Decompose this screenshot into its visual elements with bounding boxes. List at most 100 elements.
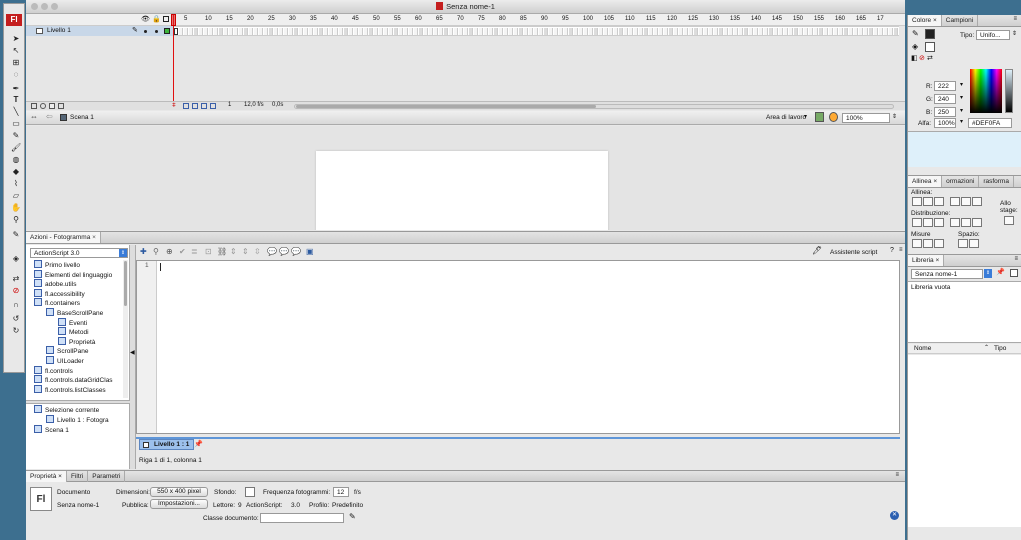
workspace-dropdown-icon[interactable]: ▾ [804,113,807,120]
frame-cell[interactable] [729,28,733,35]
frame-cell[interactable] [764,28,768,35]
dist-top-icon[interactable] [912,218,922,227]
new-library-icon[interactable] [1010,269,1018,277]
frame-cell[interactable] [634,28,638,35]
frame-cell[interactable] [804,28,808,35]
frame-cell[interactable] [649,28,653,35]
frame-cell[interactable] [354,28,358,35]
frame-cell[interactable] [239,28,243,35]
type-select-arrow-icon[interactable]: ⇕ [1012,30,1017,37]
script-tab[interactable]: Livello 1 : 1 [139,439,195,450]
stroke-pencil-icon[interactable]: ✎ [912,29,919,38]
frame-cell[interactable] [829,28,833,35]
frame-cell[interactable] [494,28,498,35]
frame-cell[interactable] [604,28,608,35]
sort-icon[interactable]: ⌃ [984,344,989,351]
tab-library[interactable]: Libreria × [908,255,945,266]
frame-cell[interactable] [874,28,878,35]
b-dropdown-icon[interactable]: ▾ [960,107,963,114]
frame-cell[interactable] [744,28,748,35]
tab-swatches[interactable]: Campioni [942,15,979,26]
tab-actions[interactable]: Azioni - Fotogramma × [26,232,101,243]
fps-field[interactable]: 12 [333,487,349,497]
alpha-dropdown-icon[interactable]: ▾ [960,118,963,125]
frame-cell[interactable] [794,28,798,35]
line-tool-icon[interactable]: ╲ [11,107,21,117]
frame-cell[interactable] [864,28,868,35]
swap-colors-icon[interactable]: ⇄ [11,274,21,284]
tab-color[interactable]: Colore × [908,15,942,26]
frame-cell[interactable] [724,28,728,35]
pin-script-icon[interactable]: 📌 [194,440,203,448]
toolbox-item[interactable]: fl.controls [34,365,73,376]
frame-cell[interactable] [669,28,673,35]
frame-cell[interactable] [274,28,278,35]
swap-icon[interactable]: ⇄ [927,54,933,62]
frame-cell[interactable] [394,28,398,35]
frame-cell[interactable] [344,28,348,35]
eraser-icon[interactable]: ▱ [11,191,21,201]
frame-cell[interactable] [824,28,828,35]
frame-cell[interactable] [524,28,528,35]
space-horizontal-icon[interactable] [969,239,979,248]
navigator-item[interactable]: Scena 1 [34,425,69,435]
frame-cell[interactable] [334,28,338,35]
splitter[interactable] [26,400,130,404]
tab-transform[interactable]: rasforma [979,176,1014,187]
layer-visible-dot[interactable] [144,30,147,33]
match-width-icon[interactable] [912,239,922,248]
playhead[interactable] [173,14,174,110]
toolbox-item[interactable]: fl.containers [34,298,80,308]
new-layer-icon[interactable] [31,103,37,109]
frame-cell[interactable] [219,28,223,35]
add-guide-icon[interactable] [40,103,46,109]
brush-tool-icon[interactable]: 🖌 [11,143,21,153]
options-menu-icon[interactable]: ≡ [899,247,903,253]
tab-info[interactable]: ormazioni [942,176,980,187]
no-color-icon[interactable]: ⊘ [11,286,21,296]
g-dropdown-icon[interactable]: ▾ [960,94,963,101]
frame-cell[interactable] [359,28,363,35]
frame-cell[interactable] [624,28,628,35]
frame-cell[interactable] [684,28,688,35]
frame-cell[interactable] [229,28,233,35]
frame-cell[interactable] [489,28,493,35]
stage-pasteboard[interactable] [26,126,905,230]
collapse-between-icon[interactable]: ⇕ [230,247,237,256]
frame-cell[interactable] [629,28,633,35]
rectangle-tool-icon[interactable]: ▭ [11,119,21,129]
frame-cell[interactable] [499,28,503,35]
g-field[interactable]: 240 [934,94,956,104]
frame-cell[interactable] [389,28,393,35]
frame-cell[interactable] [659,28,663,35]
frame-cell[interactable] [549,28,553,35]
frame-cell[interactable] [209,28,213,35]
frame-cell[interactable] [759,28,763,35]
script-assist-label[interactable]: Assistente script [830,249,877,256]
zoom-dropdown-icon[interactable]: ⇕ [892,113,897,120]
tab-parameters[interactable]: Parametri [88,471,126,482]
text-tool-icon[interactable]: T [11,95,21,105]
frame-cell[interactable] [844,28,848,35]
library-options-icon[interactable]: ≡ [1014,256,1018,262]
frame-cell[interactable] [459,28,463,35]
to-stage-icon[interactable] [1004,216,1014,225]
toolbox-item[interactable]: fl.controls.listClasses [34,384,106,395]
frame-cell[interactable] [409,28,413,35]
frame-cell[interactable] [809,28,813,35]
pencil-tool-icon[interactable]: ✎ [11,131,21,141]
frame-cell[interactable] [299,28,303,35]
frame-cell[interactable] [384,28,388,35]
lasso-tool-icon[interactable]: ◌ [11,70,21,80]
color-spectrum[interactable] [970,69,1002,113]
dist-right-icon[interactable] [972,218,982,227]
eye-icon[interactable]: 👁 [141,15,150,23]
frame-cell[interactable] [584,28,588,35]
frame-cell[interactable] [314,28,318,35]
frame-cell[interactable] [329,28,333,35]
frame-cell[interactable] [324,28,328,35]
expand-all-icon[interactable]: ⇳ [254,247,261,256]
frame-cell[interactable] [814,28,818,35]
frame-cell[interactable] [654,28,658,35]
outline-icon[interactable] [163,16,169,22]
